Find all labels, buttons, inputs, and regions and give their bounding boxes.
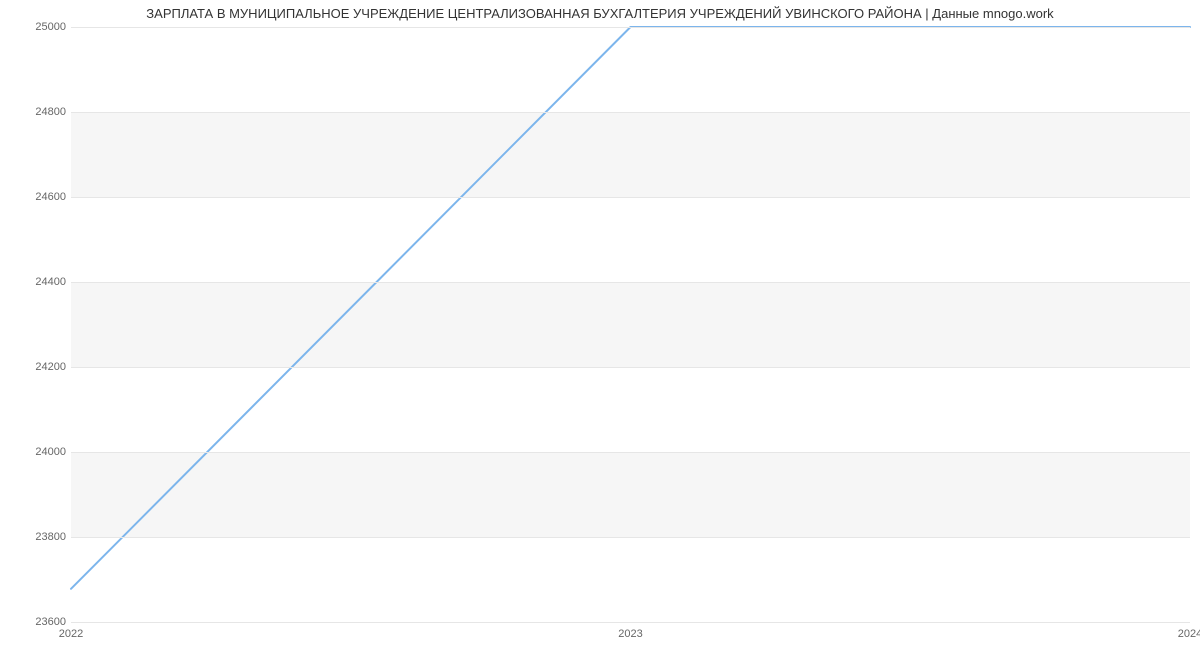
y-gridline bbox=[71, 367, 1190, 368]
plot-area bbox=[71, 27, 1190, 623]
y-gridline bbox=[71, 112, 1190, 113]
y-tick-label: 24000 bbox=[35, 446, 66, 458]
y-gridline bbox=[71, 537, 1190, 538]
chart-title: ЗАРПЛАТА В МУНИЦИПАЛЬНОЕ УЧРЕЖДЕНИЕ ЦЕНТ… bbox=[0, 6, 1200, 21]
x-tick-label: 2022 bbox=[59, 628, 83, 640]
y-tick-label: 25000 bbox=[35, 21, 66, 33]
x-tick-label: 2023 bbox=[618, 628, 642, 640]
y-gridline bbox=[71, 622, 1190, 623]
y-tick-label: 23600 bbox=[35, 616, 66, 628]
y-gridline bbox=[71, 452, 1190, 453]
x-tick-label: 2024 bbox=[1178, 628, 1200, 640]
y-gridline bbox=[71, 197, 1190, 198]
y-tick-label: 24600 bbox=[35, 191, 66, 203]
y-tick-label: 23800 bbox=[35, 531, 66, 543]
y-tick-label: 24800 bbox=[35, 106, 66, 118]
salary-line-chart: ЗАРПЛАТА В МУНИЦИПАЛЬНОЕ УЧРЕЖДЕНИЕ ЦЕНТ… bbox=[0, 0, 1200, 650]
y-gridline bbox=[71, 27, 1190, 28]
line-series bbox=[71, 27, 1190, 622]
y-gridline bbox=[71, 282, 1190, 283]
y-tick-label: 24400 bbox=[35, 276, 66, 288]
y-tick-label: 24200 bbox=[35, 361, 66, 373]
